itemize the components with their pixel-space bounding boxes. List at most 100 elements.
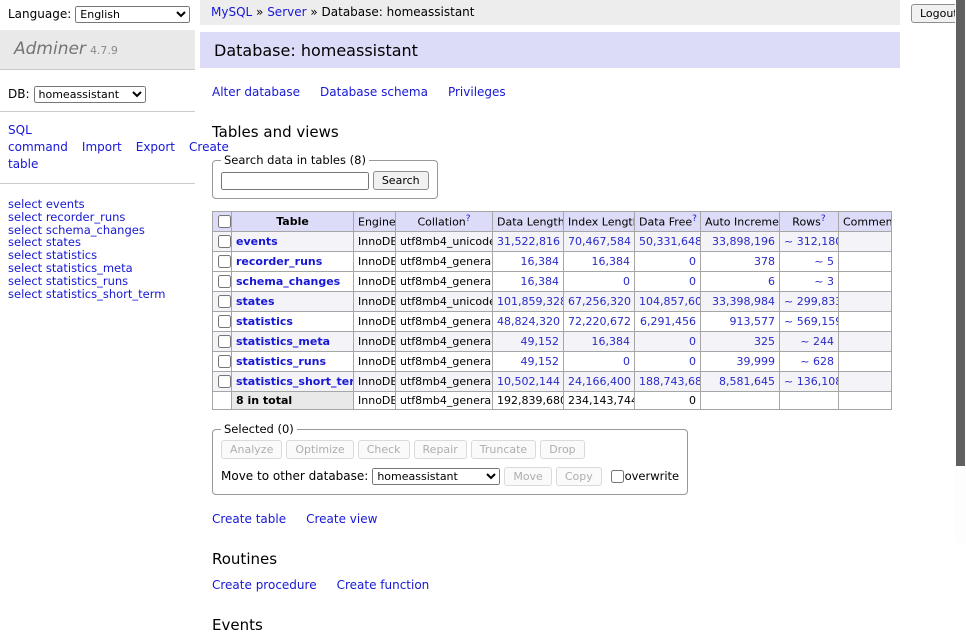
drop-button[interactable]: Drop xyxy=(540,440,584,459)
header-row: TableEngine?Collation?Data Length?Index … xyxy=(213,212,892,232)
data-free-cell: 188,743,680 xyxy=(635,372,701,392)
breadcrumb-separator: » xyxy=(307,5,322,19)
row-checkbox[interactable] xyxy=(218,235,231,248)
export-link[interactable]: Export xyxy=(136,140,175,154)
engine-cell: InnoDB xyxy=(354,272,396,292)
select-all-checkbox[interactable] xyxy=(218,215,231,228)
column-header-engine: Engine? xyxy=(354,212,396,232)
auto-increment-cell: 913,577 xyxy=(701,312,780,332)
data-free-cell: 6,291,456 xyxy=(635,312,701,332)
select-statistics-meta-link[interactable]: select statistics_meta xyxy=(8,262,195,275)
table-link[interactable]: statistics_short_term xyxy=(236,375,354,388)
analyze-button[interactable]: Analyze xyxy=(221,440,282,459)
data-free-cell: 0 xyxy=(635,332,701,352)
select-statistics-short-term-link[interactable]: select statistics_short_term xyxy=(8,288,195,301)
total-engine-cell: InnoDB xyxy=(354,392,396,410)
table-link[interactable]: states xyxy=(236,295,275,308)
column-help-link[interactable]: ? xyxy=(692,214,697,224)
truncate-button[interactable]: Truncate xyxy=(471,440,536,459)
table-link[interactable]: schema_changes xyxy=(236,275,340,288)
table-row: statesInnoDButf8mb4_unicode_ci101,859,32… xyxy=(213,292,892,312)
auto-increment-cell: 39,999 xyxy=(701,352,780,372)
language-row: Language: English xyxy=(8,6,190,23)
comment-cell xyxy=(839,372,892,392)
scrollbar-track[interactable] xyxy=(955,0,966,543)
row-checkbox[interactable] xyxy=(218,335,231,348)
ghost-cell xyxy=(839,392,892,410)
move-button[interactable]: Move xyxy=(504,467,552,486)
index-length-cell: 70,467,584 xyxy=(564,232,635,252)
search-input[interactable] xyxy=(221,172,369,190)
row-select-cell xyxy=(213,232,232,252)
mysql-breadcrumb-link[interactable]: MySQL xyxy=(211,5,252,19)
select-statistics-runs-link[interactable]: select statistics_runs xyxy=(8,275,195,288)
search-button[interactable]: Search xyxy=(373,171,429,190)
search-legend: Search data in tables (8) xyxy=(221,153,369,167)
alter-database-link[interactable]: Alter database xyxy=(212,85,300,99)
table-name-cell: events xyxy=(232,232,354,252)
rows-cell: ~ 5 xyxy=(780,252,839,272)
total-label-cell: 8 in total xyxy=(232,392,354,410)
table-link[interactable]: statistics_runs xyxy=(236,355,326,368)
index-length-cell: 24,166,400 xyxy=(564,372,635,392)
row-checkbox[interactable] xyxy=(218,275,231,288)
create-table-link[interactable]: Create table xyxy=(212,512,286,526)
scrollbar-thumb[interactable] xyxy=(956,0,965,466)
create-procedure-link[interactable]: Create procedure xyxy=(212,578,317,592)
repair-button[interactable]: Repair xyxy=(414,440,467,459)
overwrite-checkbox[interactable] xyxy=(611,470,624,483)
db-selector-row: DB: homeassistant xyxy=(8,86,195,103)
db-select[interactable]: homeassistant xyxy=(34,86,146,103)
privileges-link[interactable]: Privileges xyxy=(448,85,506,99)
column-help-link[interactable]: ? xyxy=(466,214,471,224)
table-name-cell: schema_changes xyxy=(232,272,354,292)
search-fieldset: Search data in tables (8) Search xyxy=(212,153,438,199)
collation-cell: utf8mb4_unicode_ci xyxy=(396,232,493,252)
move-db-select[interactable]: homeassistant xyxy=(372,468,500,485)
total-data-free-cell: 0 xyxy=(635,392,701,410)
app-name: Adminer xyxy=(14,39,86,59)
server-breadcrumb-link[interactable]: Server xyxy=(267,5,306,19)
row-checkbox[interactable] xyxy=(218,375,231,388)
collation-cell: utf8mb4_general_ci xyxy=(396,252,493,272)
database-schema-link[interactable]: Database schema xyxy=(320,85,428,99)
sql-command-link[interactable]: SQL command xyxy=(8,123,68,154)
table-row: statisticsInnoDButf8mb4_general_ci48,824… xyxy=(213,312,892,332)
data-length-cell: 101,859,328 xyxy=(493,292,564,312)
copy-button[interactable]: Copy xyxy=(556,467,602,486)
auto-increment-cell: 8,581,645 xyxy=(701,372,780,392)
table-row: statistics_runsInnoDButf8mb4_general_ci4… xyxy=(213,352,892,372)
table-name-cell: statistics xyxy=(232,312,354,332)
create-view-link[interactable]: Create view xyxy=(306,512,377,526)
optimize-button[interactable]: Optimize xyxy=(286,440,353,459)
table-name-cell: recorder_runs xyxy=(232,252,354,272)
row-checkbox[interactable] xyxy=(218,255,231,268)
create-function-link[interactable]: Create function xyxy=(337,578,430,592)
comment-cell xyxy=(839,232,892,252)
engine-cell: InnoDB xyxy=(354,232,396,252)
sidebar-actions: SQL commandImportExportCreate table xyxy=(8,122,178,173)
row-checkbox[interactable] xyxy=(218,315,231,328)
rows-cell: ~ 299,833 xyxy=(780,292,839,312)
db-label: DB: xyxy=(8,87,30,101)
select-recorder-runs-link[interactable]: select recorder_runs xyxy=(8,211,195,224)
ghost-cell xyxy=(701,392,780,410)
data-length-cell: 48,824,320 xyxy=(493,312,564,332)
import-link[interactable]: Import xyxy=(82,140,122,154)
table-name-cell: statistics_short_term xyxy=(232,372,354,392)
language-select[interactable]: English xyxy=(75,6,190,23)
index-length-cell: 67,256,320 xyxy=(564,292,635,312)
select-events-link[interactable]: select events xyxy=(8,198,195,211)
table-link[interactable]: events xyxy=(236,235,278,248)
table-link[interactable]: statistics_meta xyxy=(236,335,330,348)
row-checkbox[interactable] xyxy=(218,355,231,368)
column-help-link[interactable]: ? xyxy=(821,214,826,224)
row-checkbox[interactable] xyxy=(218,295,231,308)
table-link[interactable]: statistics xyxy=(236,315,293,328)
engine-cell: InnoDB xyxy=(354,372,396,392)
table-link[interactable]: recorder_runs xyxy=(236,255,322,268)
check-button[interactable]: Check xyxy=(358,440,410,459)
data-free-cell: 50,331,648 xyxy=(635,232,701,252)
data-free-cell: 104,857,600 xyxy=(635,292,701,312)
row-select-cell xyxy=(213,272,232,292)
